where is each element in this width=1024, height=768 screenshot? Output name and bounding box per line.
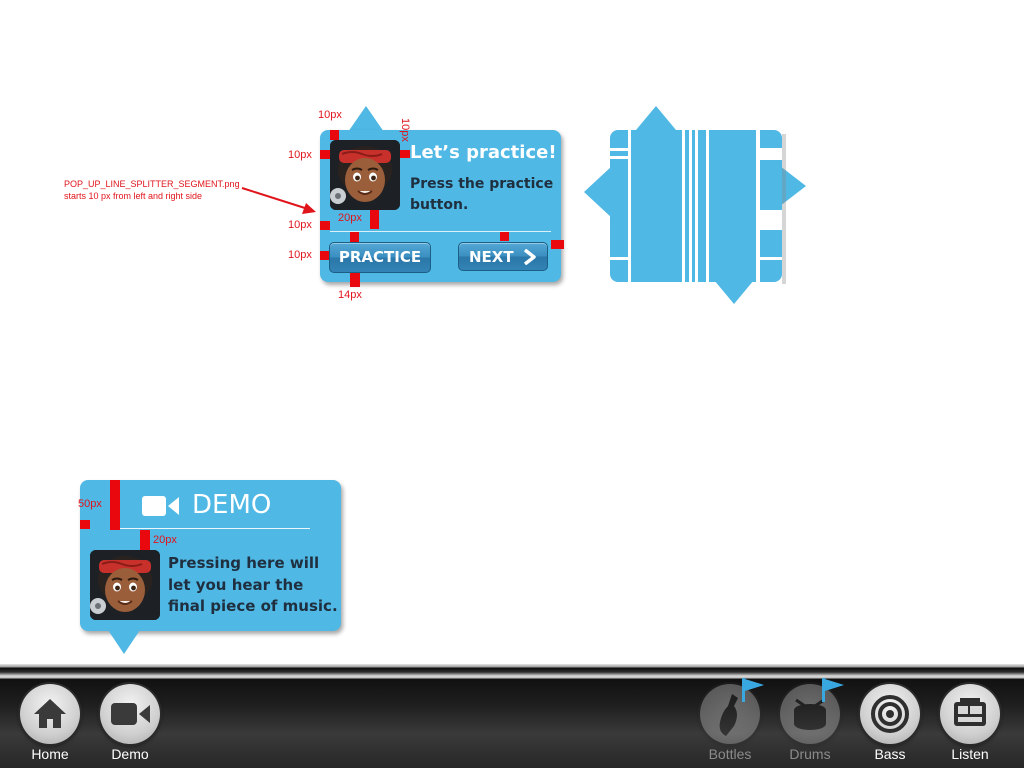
home-icon [34, 699, 66, 728]
annotation-marker [320, 150, 330, 159]
avatar [330, 140, 400, 210]
chevron-right-icon [523, 249, 536, 265]
annotation-marker [400, 150, 410, 158]
demo-message: Pressing here will let you hear the fina… [168, 554, 338, 615]
annotation-button-gap: 10px [288, 249, 312, 261]
popup-slice-template [584, 106, 806, 304]
demo-title: DEMO [192, 490, 272, 520]
next-button[interactable]: NEXT [458, 242, 548, 271]
bass-label: Bass [874, 746, 906, 762]
annotation-marker [140, 530, 150, 550]
annotation-marker [500, 232, 509, 241]
bottles-button[interactable]: Bottles [690, 678, 770, 768]
annotation-marker [110, 480, 120, 530]
practice-popup: Let’s practice! Press the practice butto… [320, 130, 561, 282]
annotation-arrow [241, 187, 316, 214]
flag-icon [822, 678, 844, 702]
drums-button[interactable]: Drums [770, 678, 850, 768]
annotation-avatar-gap: 20px [338, 212, 362, 224]
video-camera-icon [111, 703, 150, 725]
annotation-marker [350, 273, 360, 287]
annotation-demo-header: 50px [78, 498, 102, 510]
bottles-label: Bottles [708, 746, 752, 762]
radio-icon [954, 698, 986, 726]
annotation-marker [80, 520, 90, 529]
drums-label: Drums [789, 746, 831, 762]
button-circle [940, 684, 1000, 744]
popup-arrow-up [348, 106, 384, 132]
line-splitter [330, 231, 551, 232]
home-label: Home [31, 746, 69, 762]
annotation-line-gap: 10px [288, 219, 312, 231]
annotation-marker [350, 232, 359, 242]
annotation-marker [330, 130, 339, 140]
annotation-top-margin: 10px [318, 109, 342, 121]
practice-button[interactable]: PRACTICE [329, 242, 431, 273]
home-button[interactable]: Home [10, 684, 90, 768]
listen-label: Listen [951, 746, 989, 762]
button-circle [100, 684, 160, 744]
line-splitter [110, 528, 310, 529]
flag-icon [742, 678, 764, 702]
avatar [90, 550, 160, 620]
speaker-icon [871, 695, 909, 733]
annotation-marker [370, 210, 379, 229]
button-circle [860, 684, 920, 744]
annotation-bottom-margin: 14px [338, 289, 362, 301]
button-circle [20, 684, 80, 744]
popup-message: Press the practice button. [410, 176, 554, 213]
bottom-toolbar: Home Demo Bottles Drums Bass Listen [0, 664, 1024, 768]
annotation-note-line1: POP_UP_LINE_SPLITTER_SEGMENT.png [64, 179, 240, 189]
demo-button[interactable]: Demo [90, 684, 170, 768]
annotation-right-margin: 10px [399, 118, 411, 142]
annotation-left-margin: 10px [288, 149, 312, 161]
popup-arrow-down [108, 630, 140, 654]
next-label: NEXT [469, 248, 514, 266]
annotation-demo-gap: 20px [153, 534, 177, 546]
bass-button[interactable]: Bass [850, 684, 930, 768]
video-camera-icon [142, 496, 179, 516]
annotation-marker [551, 240, 564, 249]
annotation-marker [320, 221, 330, 230]
popup-title: Let’s practice! [410, 142, 557, 163]
demo-label: Demo [111, 746, 149, 762]
annotation-marker [320, 251, 329, 260]
listen-button[interactable]: Listen [930, 684, 1010, 768]
annotation-note-line2: starts 10 px from left and right side [64, 191, 203, 201]
